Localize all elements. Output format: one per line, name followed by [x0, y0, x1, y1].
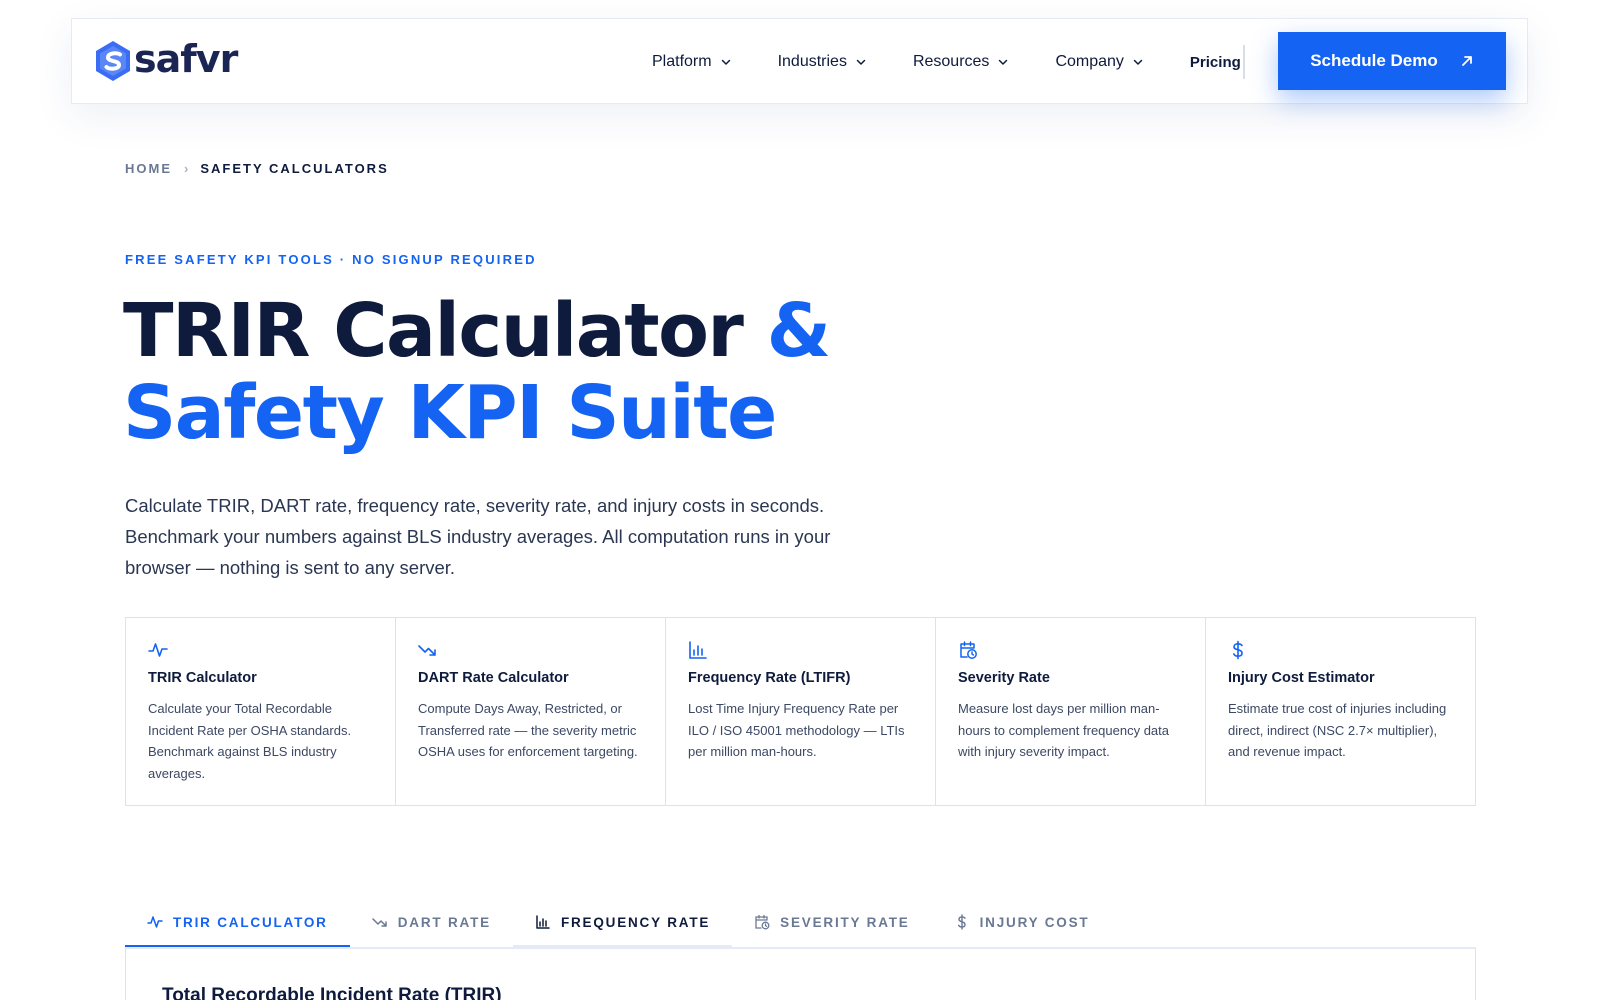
tab-dart-rate[interactable]: DART RATE — [350, 897, 513, 947]
page-title: TRIR Calculator & Safety KPI Suite — [123, 288, 832, 456]
trending-down-icon — [418, 640, 438, 660]
page-title-ampersand: & — [766, 288, 832, 374]
breadcrumb-current: SAFETY CALCULATORS — [200, 161, 389, 176]
card-injury-cost-estimator[interactable]: Injury Cost Estimator Estimate true cost… — [1206, 618, 1475, 805]
dollar-icon — [1228, 640, 1248, 660]
card-title: DART Rate Calculator — [418, 670, 569, 686]
card-title: Injury Cost Estimator — [1228, 670, 1375, 686]
hero-description: Calculate TRIR, DART rate, frequency rat… — [125, 495, 831, 578]
tab-trir-calculator[interactable]: TRIR CALCULATOR — [125, 897, 350, 948]
nav-item-resources[interactable]: Resources — [913, 53, 1009, 71]
calendar-clock-icon — [755, 914, 770, 930]
card-frequency-rate[interactable]: Frequency Rate (LTIFR) Lost Time Injury … — [666, 618, 936, 805]
chevron-down-icon — [721, 59, 730, 65]
safvr-logo-icon — [96, 41, 130, 81]
page-title-line2: Safety KPI Suite — [123, 370, 777, 456]
tab-severity-rate[interactable]: SEVERITY RATE — [732, 897, 931, 947]
nav-item-label: Company — [1055, 53, 1124, 70]
nav-item-label: Industries — [777, 53, 847, 70]
tab-label: TRIR CALCULATOR — [173, 914, 328, 930]
logo-text: safvr — [134, 37, 238, 81]
nav-item-label: Platform — [652, 53, 712, 70]
panel-title: Total Recordable Incident Rate (TRIR) — [162, 985, 502, 1000]
chevron-down-icon — [999, 59, 1008, 65]
nav-item-pricing[interactable]: Pricing — [1190, 45, 1245, 79]
card-trir-calculator[interactable]: TRIR Calculator Calculate your Total Rec… — [126, 618, 396, 805]
tab-label: FREQUENCY RATE — [560, 914, 711, 930]
card-description: Measure lost days per million man-hours … — [958, 701, 1170, 759]
tab-injury-cost[interactable]: INJURY COST — [932, 897, 1112, 947]
page-title-line1: TRIR Calculator — [123, 288, 767, 374]
calculator-cards: TRIR Calculator Calculate your Total Rec… — [125, 617, 1476, 806]
logo[interactable]: safvr — [94, 37, 238, 82]
tab-label: DART RATE — [397, 914, 491, 930]
card-title: Frequency Rate (LTIFR) — [688, 670, 851, 686]
nav-item-company[interactable]: Company — [1055, 53, 1143, 71]
card-dart-rate-calculator[interactable]: DART Rate Calculator Compute Days Away, … — [396, 618, 666, 805]
dollar-icon — [957, 914, 966, 930]
activity-pulse-icon — [148, 640, 168, 660]
card-description: Calculate your Total Recordable Incident… — [148, 701, 352, 781]
card-description: Lost Time Injury Frequency Rate per ILO … — [688, 701, 905, 759]
activity-pulse-icon — [147, 916, 163, 928]
trending-down-icon — [372, 918, 387, 927]
calculator-tabs: TRIR CALCULATOR DART RATE FREQUENCY RATE… — [125, 897, 1476, 948]
tab-label: INJURY COST — [979, 914, 1090, 930]
schedule-demo-button[interactable]: Schedule Demo — [1278, 32, 1506, 90]
calculator-panel: Total Recordable Incident Rate (TRIR) — [125, 947, 1476, 1000]
breadcrumb-home-link[interactable]: HOME — [125, 161, 172, 176]
card-description: Compute Days Away, Restricted, or Transf… — [418, 701, 638, 759]
card-title: TRIR Calculator — [148, 670, 257, 686]
hero-eyebrow: FREE SAFETY KPI TOOLS · NO SIGNUP REQUIR… — [125, 252, 537, 267]
tab-frequency-rate[interactable]: FREQUENCY RATE — [512, 897, 733, 948]
tab-label: SEVERITY RATE — [780, 914, 910, 930]
arrow-up-right-icon — [1461, 56, 1472, 66]
nav-item-industries[interactable]: Industries — [778, 53, 867, 71]
chevron-down-icon — [1133, 59, 1143, 65]
bar-chart-icon — [536, 915, 550, 929]
nav-item-platform[interactable]: Platform — [652, 53, 732, 71]
main-nav: Platform Industries Resources Company Pr… — [652, 19, 1245, 105]
nav-item-label: Resources — [912, 53, 990, 70]
breadcrumb: HOME › SAFETY CALCULATORS — [125, 161, 389, 176]
site-header: safvr Platform Industries Resources Comp… — [71, 18, 1528, 104]
calendar-clock-icon — [958, 640, 978, 660]
schedule-demo-label: Schedule Demo — [1310, 51, 1438, 70]
card-title: Severity Rate — [958, 670, 1050, 686]
card-severity-rate[interactable]: Severity Rate Measure lost days per mill… — [936, 618, 1206, 805]
chevron-down-icon — [856, 59, 866, 65]
card-description: Estimate true cost of injuries including… — [1228, 701, 1447, 759]
bar-chart-icon — [688, 640, 708, 660]
breadcrumb-separator-icon: › — [184, 161, 189, 176]
